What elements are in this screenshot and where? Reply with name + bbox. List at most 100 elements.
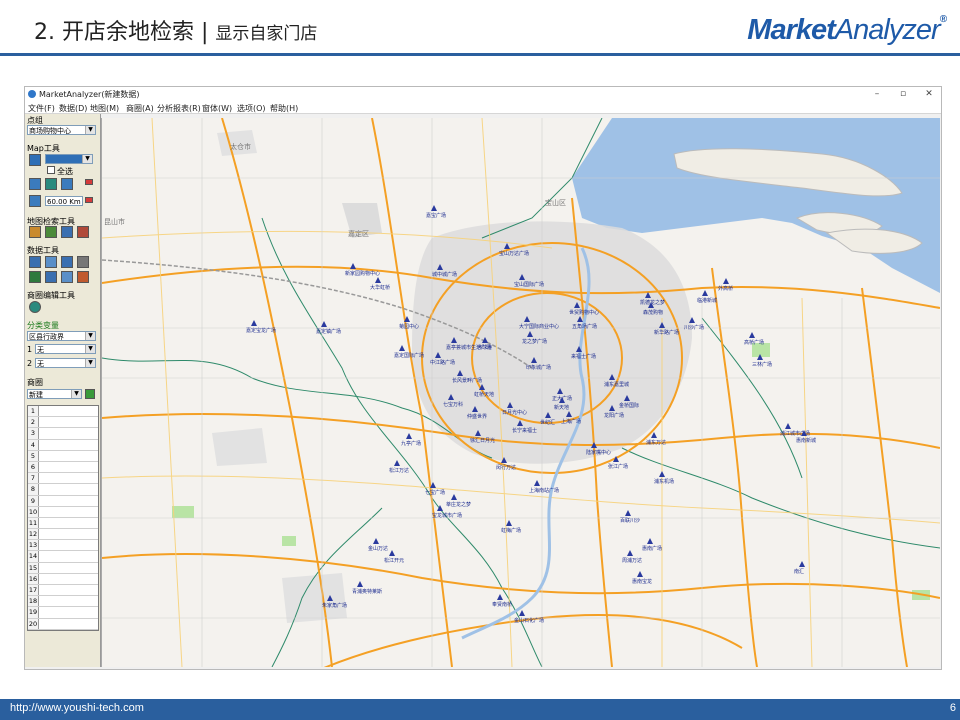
map-view[interactable]: 太仓市 宝山区 嘉定区 昆山市 嘉宝广场 宝山万达广场 新家园购物中心 城中城广场 宝山… (101, 118, 940, 667)
select-all-checkbox[interactable] (47, 166, 55, 174)
store-marker-icon[interactable] (519, 274, 525, 280)
distance-input[interactable]: 60.00 Km (45, 196, 83, 206)
menu-data[interactable]: 数据(D) (59, 103, 87, 114)
store-marker-icon[interactable] (645, 292, 651, 298)
select-rect-icon[interactable] (45, 178, 57, 190)
store-marker-icon[interactable] (506, 520, 512, 526)
chart-icon[interactable] (29, 271, 41, 283)
menu-file[interactable]: 文件(F) (28, 103, 55, 114)
store-marker-icon[interactable] (350, 263, 356, 269)
store-marker-icon[interactable] (559, 397, 565, 403)
grid-row[interactable]: 2 (28, 417, 98, 429)
store-marker-icon[interactable] (251, 320, 257, 326)
store-marker-icon[interactable] (437, 264, 443, 270)
menu-trade-area[interactable]: 商圈(A) (126, 103, 154, 114)
store-marker-icon[interactable] (451, 494, 457, 500)
down-arrow-icon[interactable] (85, 197, 93, 203)
grid-row[interactable]: 16 (28, 573, 98, 585)
store-marker-icon[interactable] (437, 505, 443, 511)
zoom-icon[interactable] (29, 154, 41, 166)
menu-report[interactable]: 分析报表(R) (157, 103, 201, 114)
grid-row[interactable]: 15 (28, 562, 98, 574)
store-marker-icon[interactable] (723, 278, 729, 284)
point-group-select[interactable]: 商场购物中心 ▼ (27, 125, 96, 135)
grid-row[interactable]: 6 (28, 461, 98, 474)
menu-map[interactable]: 地图(M) (90, 103, 119, 114)
store-marker-icon[interactable] (399, 345, 405, 351)
store-marker-icon[interactable] (801, 430, 807, 436)
store-marker-icon[interactable] (647, 538, 653, 544)
store-marker-icon[interactable] (577, 316, 583, 322)
layer-select[interactable]: ▼ (45, 154, 93, 164)
store-marker-icon[interactable] (609, 405, 615, 411)
store-marker-icon[interactable] (430, 482, 436, 488)
store-marker-icon[interactable] (531, 357, 537, 363)
category-select[interactable]: 区县行政界 ▼ (27, 331, 96, 341)
map-search-icon-4[interactable] (77, 226, 89, 238)
grid-row[interactable]: 9 (28, 495, 98, 507)
report-icon[interactable] (61, 271, 73, 283)
store-marker-icon[interactable] (576, 346, 582, 352)
spreadsheet-icon[interactable] (45, 271, 57, 283)
store-marker-icon[interactable] (689, 317, 695, 323)
grid-row[interactable]: 4 (28, 439, 98, 451)
store-marker-icon[interactable] (389, 550, 395, 556)
store-marker-icon[interactable] (757, 354, 763, 360)
maximize-button[interactable]: ▫ (891, 88, 915, 100)
var2-select[interactable]: 无 ▼ (35, 358, 96, 368)
store-marker-icon[interactable] (557, 388, 563, 394)
store-marker-icon[interactable] (517, 420, 523, 426)
store-marker-icon[interactable] (357, 581, 363, 587)
store-marker-icon[interactable] (659, 471, 665, 477)
menu-options[interactable]: 选项(O) (237, 103, 266, 114)
menu-help[interactable]: 帮助(H) (270, 103, 298, 114)
map-search-icon-1[interactable] (29, 226, 41, 238)
store-marker-icon[interactable] (504, 243, 510, 249)
ruler-icon[interactable] (61, 178, 73, 190)
store-marker-icon[interactable] (651, 432, 657, 438)
grid-row[interactable]: 12 (28, 529, 98, 541)
store-marker-icon[interactable] (609, 374, 615, 380)
store-marker-icon[interactable] (637, 571, 643, 577)
map-search-icon-3[interactable] (61, 226, 73, 238)
store-marker-icon[interactable] (327, 595, 333, 601)
pan-hand-icon[interactable] (29, 178, 41, 190)
store-marker-icon[interactable] (527, 331, 533, 337)
data-grid-icon[interactable] (61, 256, 73, 268)
store-marker-icon[interactable] (519, 610, 525, 616)
grid-row[interactable]: 20 (28, 618, 98, 630)
minimize-button[interactable]: – (865, 88, 889, 100)
close-button[interactable]: ✕ (917, 88, 941, 100)
store-marker-icon[interactable] (648, 302, 654, 308)
grid-row[interactable]: 10 (28, 506, 98, 518)
up-arrow-icon[interactable] (85, 179, 93, 185)
store-marker-icon[interactable] (482, 337, 488, 343)
store-marker-icon[interactable] (591, 442, 597, 448)
store-marker-icon[interactable] (373, 538, 379, 544)
store-marker-icon[interactable] (475, 430, 481, 436)
store-marker-icon[interactable] (613, 456, 619, 462)
store-marker-icon[interactable] (545, 412, 551, 418)
grid-row[interactable]: 19 (28, 607, 98, 619)
store-marker-icon[interactable] (627, 550, 633, 556)
trade-area-grid[interactable]: 1 2 3 4 5 6 7 8 9 10 11 12 13 14 15 16 17 18 19 20 (27, 405, 99, 631)
store-marker-icon[interactable] (451, 337, 457, 343)
store-marker-icon[interactable] (497, 594, 503, 600)
store-marker-icon[interactable] (534, 480, 540, 486)
export-icon[interactable] (77, 271, 89, 283)
grid-row[interactable]: 14 (28, 551, 98, 563)
pointer-icon[interactable] (29, 195, 41, 207)
store-marker-icon[interactable] (457, 370, 463, 376)
grid-row[interactable]: 11 (28, 517, 98, 530)
calculator-icon[interactable] (77, 256, 89, 268)
store-marker-icon[interactable] (404, 316, 410, 322)
store-marker-icon[interactable] (375, 277, 381, 283)
store-marker-icon[interactable] (624, 395, 630, 401)
store-marker-icon[interactable] (448, 394, 454, 400)
var1-select[interactable]: 无 ▼ (35, 344, 96, 354)
map-search-icon-2[interactable] (45, 226, 57, 238)
store-marker-icon[interactable] (524, 316, 530, 322)
grid-row[interactable]: 7 (28, 473, 98, 485)
menu-window[interactable]: 窗体(W) (202, 103, 232, 114)
store-marker-icon[interactable] (625, 510, 631, 516)
